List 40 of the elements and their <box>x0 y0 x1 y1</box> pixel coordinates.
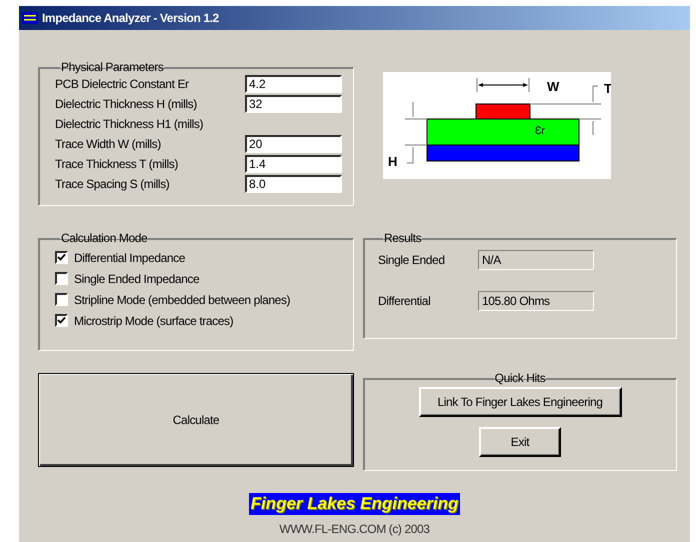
calculate-button[interactable]: Calculate <box>38 373 354 467</box>
field-label: PCB Dielectric Constant Er <box>55 77 190 91</box>
input-field[interactable]: 32 <box>245 95 342 113</box>
input-field[interactable]: 1.4 <box>245 155 342 173</box>
input-field[interactable]: 4.2 <box>245 75 342 93</box>
logo: Finger Lakes Engineering <box>248 493 460 515</box>
app-icon <box>22 12 38 24</box>
result-field: 105.80 Ohms <box>478 290 594 310</box>
checkbox-label: Microstrip Mode (surface traces) <box>74 314 234 328</box>
result-label: Differential <box>378 294 432 308</box>
field-label: Dielectric Thickness H1 (mills) <box>55 117 204 131</box>
group-title: Results <box>383 231 422 245</box>
checkbox[interactable] <box>55 314 68 327</box>
checkbox[interactable] <box>55 272 68 285</box>
group-title: Calculation Mode <box>60 231 148 245</box>
group-title: Quick Hits <box>494 371 546 385</box>
thickness-label: T <box>604 81 611 96</box>
check-icon <box>57 316 66 325</box>
input-field[interactable]: 20 <box>245 135 342 153</box>
checkbox[interactable] <box>55 293 68 306</box>
input-field[interactable]: 8.0 <box>245 175 342 193</box>
copyright-text: WWW.FL-ENG.COM (c) 2003 <box>279 522 430 536</box>
checkbox-label: Single Ended Impedance <box>74 272 200 286</box>
check-icon <box>57 253 66 262</box>
exit-button[interactable]: Exit <box>479 427 561 457</box>
checkbox-label: Differential Impedance <box>74 250 186 264</box>
field-label: Dielectric Thickness H (mills) <box>55 97 198 111</box>
link-button[interactable]: Link To Finger Lakes Engineering <box>418 387 622 417</box>
result-label: Single Ended <box>378 252 446 266</box>
checkbox-label: Stripline Mode (embedded between planes) <box>74 292 290 306</box>
width-label: W <box>547 79 559 94</box>
height-label: H <box>388 154 397 169</box>
field-label: Trace Thickness T (mills) <box>55 157 179 171</box>
dielectric-label: Ɛr <box>535 125 545 137</box>
result-field: N/A <box>478 250 594 270</box>
field-label: Trace Width W (mills) <box>55 137 162 151</box>
field-label: Trace Spacing S (mills) <box>55 177 170 191</box>
window-title: Impedance Analyzer - Version 1.2 <box>42 11 219 25</box>
group-title: Physical Parameters <box>60 60 164 74</box>
checkbox[interactable] <box>55 251 68 264</box>
